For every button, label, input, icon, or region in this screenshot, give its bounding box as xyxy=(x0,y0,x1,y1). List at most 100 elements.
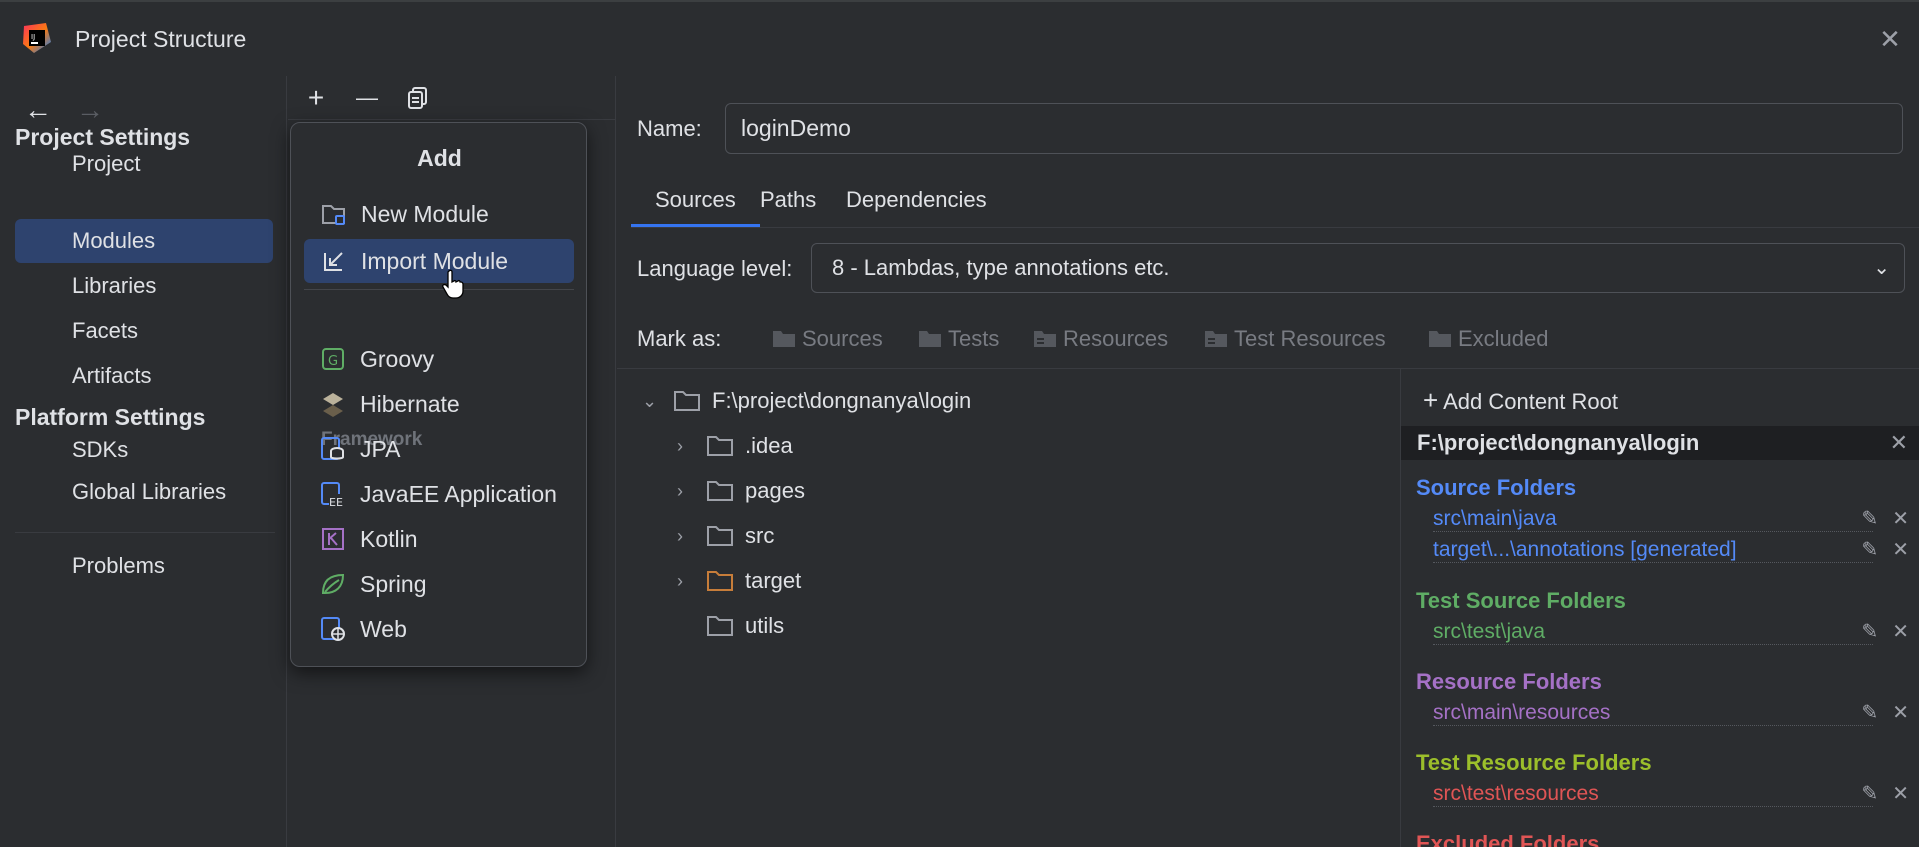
sidebar-item-global-libraries[interactable]: Global Libraries xyxy=(15,470,273,514)
remove-icon[interactable]: ✕ xyxy=(1892,700,1909,725)
edit-icon[interactable]: ✎ xyxy=(1861,781,1878,806)
tree-label: .idea xyxy=(745,433,793,458)
resource-folder-path: src\main\resources xyxy=(1433,701,1873,726)
mark-excluded-button[interactable]: Excluded xyxy=(1428,326,1549,352)
test-resources-folder-icon xyxy=(1205,331,1227,347)
add-content-root-button[interactable]: + Add Content Root xyxy=(1423,385,1618,416)
folder-icon xyxy=(707,481,733,501)
framework-item-jpa[interactable]: JPA xyxy=(303,427,573,471)
remove-root-icon[interactable]: ✕ xyxy=(1890,426,1908,460)
edit-icon[interactable]: ✎ xyxy=(1861,537,1878,562)
popup-frameworks-list: G Groovy Hibernate JPA EE JavaEE Applica… xyxy=(290,122,587,667)
tab-dependencies[interactable]: Dependencies xyxy=(822,176,1011,228)
remove-icon[interactable]: ✕ xyxy=(1892,506,1909,531)
settings-sidebar: ← → Project Settings Project Modules Lib… xyxy=(0,76,287,847)
content-roots-panel: + Add Content Root F:\project\dongnanya\… xyxy=(1400,369,1919,847)
sidebar-item-facets[interactable]: Facets xyxy=(15,309,273,353)
framework-item-web[interactable]: Web xyxy=(303,607,573,651)
sidebar-item-artifacts[interactable]: Artifacts xyxy=(15,354,273,398)
tree-label: target xyxy=(745,568,802,593)
chevron-down-icon[interactable]: ⌄ xyxy=(642,379,662,423)
test-source-folders-heading: Test Source Folders xyxy=(1416,588,1626,613)
sidebar-item-sdks[interactable]: SDKs xyxy=(15,428,273,472)
mark-resources-button[interactable]: Resources xyxy=(1033,326,1168,352)
chevron-right-icon[interactable]: › xyxy=(677,469,697,513)
mark-excluded-label: Excluded xyxy=(1458,326,1549,351)
framework-item-groovy[interactable]: G Groovy xyxy=(303,337,573,381)
hand-cursor-icon xyxy=(442,269,464,299)
edit-icon[interactable]: ✎ xyxy=(1861,700,1878,725)
spring-icon xyxy=(321,573,345,594)
tree-label: src xyxy=(745,523,775,548)
remove-icon[interactable]: ✕ xyxy=(1892,537,1909,562)
hibernate-icon xyxy=(323,393,343,417)
kotlin-icon xyxy=(322,528,344,550)
source-folders-heading: Source Folders xyxy=(1416,475,1577,500)
tree-label: utils xyxy=(745,613,785,638)
sidebar-item-problems[interactable]: Problems xyxy=(15,544,273,588)
folder-icon xyxy=(674,391,700,411)
path-actions: ✎ ✕ xyxy=(1847,781,1909,806)
sidebar-divider xyxy=(15,532,275,533)
chevron-right-icon[interactable]: › xyxy=(677,559,697,603)
module-name-input[interactable] xyxy=(725,103,1903,154)
name-label: Name: xyxy=(637,116,702,141)
add-icon[interactable]: + xyxy=(298,80,334,116)
language-level-label: Language level: xyxy=(637,256,793,281)
path-actions: ✎ ✕ xyxy=(1847,506,1909,531)
chevron-right-icon[interactable]: › xyxy=(677,514,697,558)
web-icon xyxy=(321,617,345,641)
javaee-icon: EE xyxy=(321,482,346,507)
mark-as-label: Mark as: xyxy=(637,326,722,351)
jpa-label: JPA xyxy=(360,436,401,462)
folder-icon xyxy=(919,331,941,347)
kotlin-label: Kotlin xyxy=(360,526,418,552)
framework-item-spring[interactable]: Spring xyxy=(303,562,573,606)
chevron-right-icon[interactable]: › xyxy=(677,424,697,468)
framework-item-kotlin[interactable]: Kotlin xyxy=(303,517,573,561)
test-resource-folders-heading: Test Resource Folders xyxy=(1416,750,1652,775)
svg-text:IJ: IJ xyxy=(31,33,35,41)
sidebar-item-project[interactable]: Project xyxy=(15,142,273,186)
folder-icon xyxy=(707,616,733,636)
mark-test-resources-button[interactable]: Test Resources xyxy=(1204,326,1386,352)
resource-folders-heading: Resource Folders xyxy=(1416,669,1602,694)
mark-tests-button[interactable]: Tests xyxy=(918,326,999,352)
mark-resources-label: Resources xyxy=(1063,326,1169,351)
svg-text:G: G xyxy=(328,354,338,369)
tree-root-label: F:\project\dongnanya\login xyxy=(712,388,972,413)
add-content-root-label: Add Content Root xyxy=(1443,389,1618,414)
folder-icon xyxy=(707,526,733,546)
mark-tests-label: Tests xyxy=(948,326,1000,351)
folder-icon xyxy=(773,331,795,347)
mark-sources-button[interactable]: Sources xyxy=(772,326,883,352)
edit-icon[interactable]: ✎ xyxy=(1861,619,1878,644)
plus-icon: + xyxy=(1423,385,1439,415)
copy-icon[interactable] xyxy=(400,80,436,116)
svg-text:EE: EE xyxy=(329,496,343,507)
excluded-folders-heading: Excluded Folders xyxy=(1416,831,1600,847)
framework-item-hibernate[interactable]: Hibernate xyxy=(303,382,573,426)
remove-icon[interactable]: ✕ xyxy=(1892,781,1909,806)
forward-arrow-icon[interactable]: → xyxy=(76,94,104,126)
close-window-button[interactable]: ✕ xyxy=(1875,24,1905,54)
platform-settings-heading: Platform Settings xyxy=(15,404,206,430)
mark-test-resources-label: Test Resources xyxy=(1234,326,1386,351)
back-arrow-icon[interactable]: ← xyxy=(24,94,52,126)
sidebar-item-libraries[interactable]: Libraries xyxy=(15,264,273,308)
framework-item-javaee[interactable]: EE JavaEE Application xyxy=(303,472,573,516)
sidebar-item-modules[interactable]: Modules xyxy=(15,219,273,263)
jpa-icon xyxy=(321,437,344,460)
javaee-label: JavaEE Application xyxy=(360,481,557,507)
resources-folder-icon xyxy=(1034,331,1056,347)
remove-icon[interactable]: — xyxy=(349,80,385,116)
web-label: Web xyxy=(360,616,407,642)
groovy-label: Groovy xyxy=(360,346,435,372)
path-actions: ✎ ✕ xyxy=(1847,619,1909,644)
language-level-select[interactable]: 8 - Lambdas, type annotations etc. ⌄ xyxy=(811,243,1905,293)
source-folder-path: src\main\java xyxy=(1433,507,1873,532)
excluded-folder-icon xyxy=(707,571,733,591)
edit-icon[interactable]: ✎ xyxy=(1861,506,1878,531)
path-actions: ✎ ✕ xyxy=(1847,537,1909,562)
remove-icon[interactable]: ✕ xyxy=(1892,619,1909,644)
